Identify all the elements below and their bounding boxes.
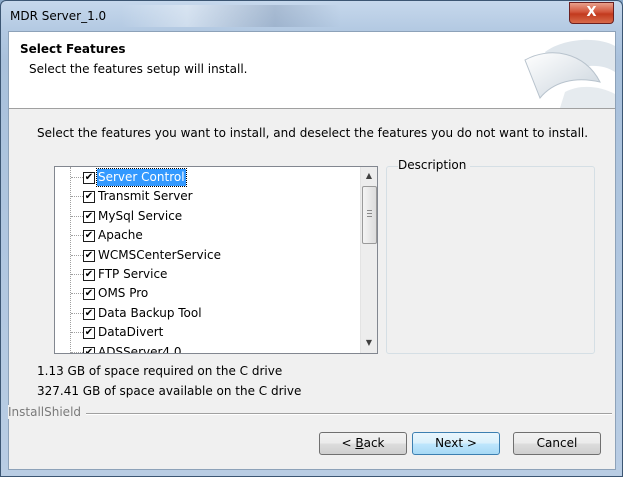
feature-item[interactable]: ✔ Transmit Server [55, 187, 360, 206]
back-button[interactable]: < Back [319, 432, 407, 455]
tree-branch-line [71, 332, 83, 334]
feature-item[interactable]: ✔ MySql Service [55, 207, 360, 226]
tree-branch-line [71, 254, 83, 256]
tree-branch-line [71, 293, 83, 295]
feature-checkbox[interactable]: ✔ [83, 327, 95, 340]
feature-label: WCMSCenterService [98, 247, 221, 262]
window-title: MDR Server_1.0 [10, 9, 107, 23]
feature-item[interactable]: ✔ OMS Pro [55, 284, 360, 303]
feature-instruction-text: Select the features you want to install,… [37, 126, 589, 140]
back-button-prefix: < [341, 436, 356, 450]
back-button-mnemonic: B [355, 436, 364, 450]
close-icon: X [586, 5, 597, 20]
feature-label: Server Control [96, 168, 187, 187]
feature-tree-scrollbar[interactable]: ▲ ▼ [360, 167, 377, 353]
scrollbar-thumb[interactable] [362, 186, 377, 244]
tree-branch-line [71, 273, 83, 275]
installer-header-graphic [524, 39, 615, 108]
page-subtitle: Select the features setup will install. [29, 62, 248, 76]
grip-line [367, 216, 372, 217]
cancel-button[interactable]: Cancel [513, 432, 601, 455]
footer-divider [69, 413, 612, 415]
feature-label: Data Backup Tool [98, 305, 202, 320]
feature-checkbox[interactable]: ✔ [83, 191, 95, 204]
feature-checkbox[interactable]: ✔ [83, 172, 95, 184]
feature-item[interactable]: ✔ Server Control [55, 168, 360, 187]
tree-branch-line [71, 215, 83, 217]
next-button[interactable]: Next > [412, 432, 500, 455]
tree-branch-line [71, 351, 83, 353]
grip-line [367, 213, 372, 214]
dialog-header: Select Features Select the features setu… [9, 32, 615, 109]
feature-checkbox[interactable]: ✔ [83, 268, 95, 281]
feature-label: FTP Service [98, 266, 168, 281]
feature-tree[interactable]: ✔ Server Control ✔ Transmit Server ✔ MyS… [54, 166, 378, 354]
feature-item[interactable]: ✔ WCMSCenterService [55, 246, 360, 265]
grip-line [367, 210, 372, 211]
feature-checkbox[interactable]: ✔ [83, 210, 95, 223]
scroll-down-arrow-icon[interactable]: ▼ [361, 335, 377, 351]
feature-item[interactable]: ✔ ADSServer4.0 [55, 343, 360, 354]
tree-branch-line [71, 177, 83, 178]
feature-item[interactable]: ✔ Apache [55, 226, 360, 245]
back-button-label: ack [363, 436, 385, 450]
feature-checkbox[interactable]: ✔ [83, 346, 95, 353]
title-bar-glass-reflection [121, 5, 341, 27]
tree-branch-line [71, 235, 83, 237]
installshield-brand-label: InstallShield [8, 405, 87, 419]
feature-checkbox[interactable]: ✔ [83, 288, 95, 301]
feature-checkbox[interactable]: ✔ [83, 307, 95, 320]
feature-label: Apache [98, 228, 143, 243]
installer-window: MDR Server_1.0 X Select Features Select … [0, 0, 623, 477]
feature-item[interactable]: ✔ FTP Service [55, 265, 360, 284]
feature-item[interactable]: ✔ Data Backup Tool [55, 304, 360, 323]
space-available-text: 327.41 GB of space available on the C dr… [37, 384, 302, 398]
close-window-button[interactable]: X [569, 2, 614, 24]
feature-label: Transmit Server [98, 189, 193, 204]
feature-checkbox[interactable]: ✔ [83, 249, 95, 262]
dialog-client-area: Select Features Select the features setu… [8, 31, 616, 470]
scroll-up-arrow-icon[interactable]: ▲ [361, 168, 377, 184]
tree-branch-line [71, 312, 83, 314]
description-label: Description [398, 158, 471, 172]
space-required-text: 1.13 GB of space required on the C drive [37, 364, 283, 378]
feature-tree-list: ✔ Server Control ✔ Transmit Server ✔ MyS… [55, 168, 360, 354]
feature-item[interactable]: ✔ DataDivert [55, 323, 360, 342]
title-bar[interactable]: MDR Server_1.0 X [1, 1, 622, 31]
feature-label: DataDivert [98, 325, 164, 340]
feature-label: OMS Pro [98, 286, 149, 301]
tree-branch-line [71, 196, 83, 198]
feature-label: MySql Service [98, 208, 183, 223]
page-title: Select Features [20, 42, 126, 56]
feature-checkbox[interactable]: ✔ [83, 230, 95, 243]
feature-label: ADSServer4.0 [98, 344, 182, 354]
description-groupbox [386, 166, 595, 354]
